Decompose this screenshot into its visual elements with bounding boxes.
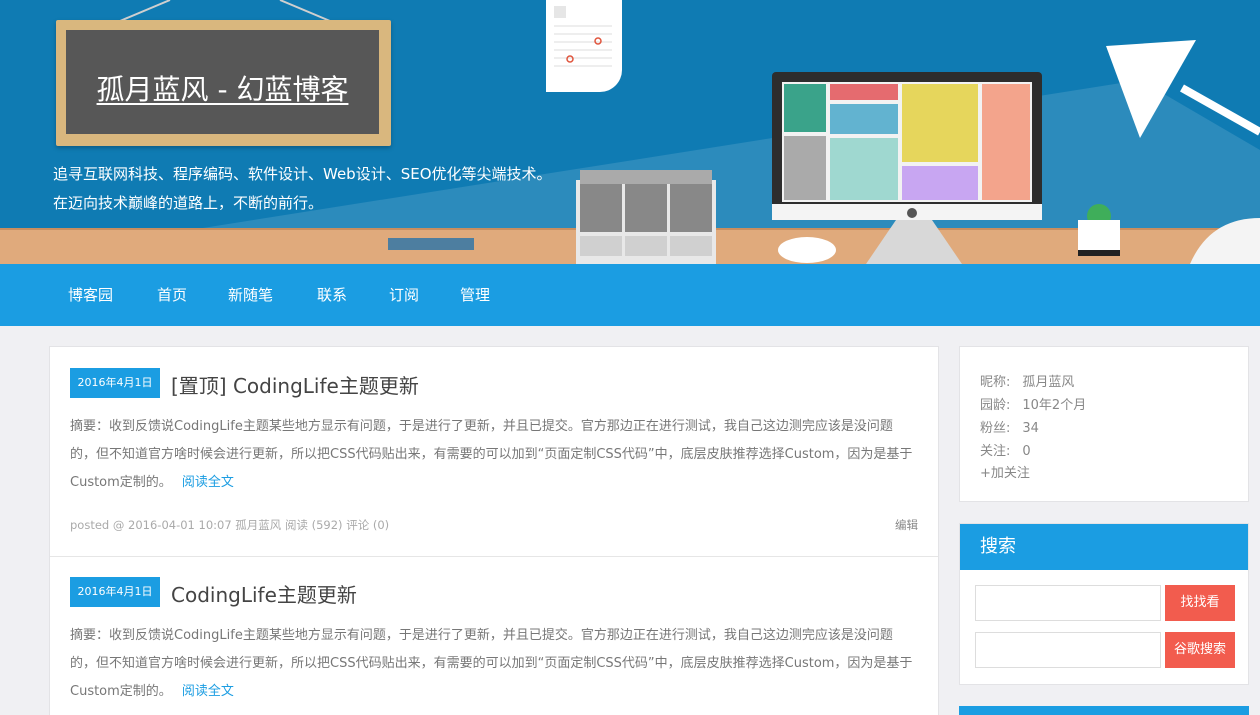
find-button[interactable]: 找找看 bbox=[1165, 585, 1235, 621]
post-meta: posted @ 2016-04-01 10:07 孤月蓝风 阅读 (592) … bbox=[70, 518, 390, 532]
nav-item-subscribe[interactable]: 订阅 bbox=[389, 264, 419, 326]
monitor-stand-decoration bbox=[866, 220, 962, 264]
post-date-badge: 2016年4月1日 bbox=[70, 577, 160, 607]
blog-title-link[interactable]: 孤月蓝风 - 幻蓝博客 bbox=[66, 68, 379, 108]
profile-follow: 关注: 0 bbox=[980, 440, 1031, 459]
chalkboard: 孤月蓝风 - 幻蓝博客 bbox=[66, 30, 379, 134]
post-title-link[interactable]: [置顶] CodingLife主题更新 bbox=[171, 370, 419, 399]
plant-decoration bbox=[1078, 204, 1120, 256]
google-search-input[interactable] bbox=[975, 632, 1161, 668]
follow-value: 0 bbox=[1022, 444, 1031, 459]
blog-slogan: 追寻互联网科技、程序编码、软件设计、Web设计、SEO优化等尖端技术。 在迈向技… bbox=[53, 160, 552, 218]
search-title: 搜索 bbox=[960, 524, 1248, 570]
board-hanging-strings bbox=[119, 0, 331, 22]
post-summary: 摘要：收到反馈说CodingLife主题某些地方显示有问题，于是进行了更新，并且… bbox=[70, 622, 918, 706]
profile-age: 园龄: 10年2个月 bbox=[980, 394, 1086, 413]
slogan-line-1: 追寻互联网科技、程序编码、软件设计、Web设计、SEO优化等尖端技术。 bbox=[53, 165, 552, 183]
blog-title-board: 孤月蓝风 - 幻蓝博客 bbox=[56, 20, 391, 146]
desk-lamp-decoration bbox=[1106, 40, 1260, 264]
next-widget-header bbox=[959, 706, 1249, 715]
keyboard-decoration bbox=[388, 238, 474, 250]
post-title-link[interactable]: CodingLife主题更新 bbox=[171, 579, 357, 608]
post-edit-link[interactable]: 编辑 bbox=[895, 517, 918, 533]
profile-nickname: 昵称: 孤月蓝风 bbox=[980, 371, 1074, 390]
fans-value: 34 bbox=[1022, 421, 1039, 436]
paper-note-decoration bbox=[546, 0, 622, 92]
nav-item-cnblogs[interactable]: 博客园 bbox=[68, 264, 113, 326]
fans-label: 粉丝: bbox=[980, 421, 1011, 436]
post-summary: 摘要：收到反馈说CodingLife主题某些地方显示有问题，于是进行了更新，并且… bbox=[70, 413, 918, 497]
post-divider bbox=[50, 556, 938, 557]
search-input[interactable] bbox=[975, 585, 1161, 621]
read-more-link[interactable]: 阅读全文 bbox=[182, 684, 234, 699]
nav-item-home[interactable]: 首页 bbox=[157, 264, 187, 326]
nav-item-manage[interactable]: 管理 bbox=[460, 264, 490, 326]
google-search-button[interactable]: 谷歌搜索 bbox=[1165, 632, 1235, 668]
monitor-decoration bbox=[772, 72, 1042, 220]
post-date-badge: 2016年4月1日 bbox=[70, 368, 160, 398]
nickname-value: 孤月蓝风 bbox=[1022, 375, 1075, 390]
header-banner: 孤月蓝风 - 幻蓝博客 追寻互联网科技、程序编码、软件设计、Web设计、SEO优… bbox=[0, 0, 1260, 264]
search-widget: 搜索 找找看 谷歌搜索 bbox=[959, 523, 1249, 685]
post-list: 2016年4月1日 [置顶] CodingLife主题更新 摘要：收到反馈说Co… bbox=[49, 346, 939, 715]
nav-item-new-post[interactable]: 新随笔 bbox=[228, 264, 273, 326]
profile-widget: 昵称: 孤月蓝风 园龄: 10年2个月 粉丝: 34 关注: 0 +加关注 bbox=[959, 346, 1249, 502]
age-value: 10年2个月 bbox=[1022, 398, 1087, 413]
nickname-label: 昵称: bbox=[980, 375, 1011, 390]
read-more-link[interactable]: 阅读全文 bbox=[182, 475, 234, 490]
follow-label: 关注: bbox=[980, 444, 1011, 459]
main-nav: 博客园 首页 新随笔 联系 订阅 管理 bbox=[0, 264, 1260, 326]
age-label: 园龄: bbox=[980, 398, 1011, 413]
mouse-decoration bbox=[778, 237, 836, 263]
nav-item-contact[interactable]: 联系 bbox=[317, 264, 347, 326]
server-rack-decoration bbox=[576, 170, 716, 264]
add-follow-link[interactable]: +加关注 bbox=[980, 462, 1030, 481]
profile-fans: 粉丝: 34 bbox=[980, 417, 1039, 436]
slogan-line-2: 在迈向技术巅峰的道路上，不断的前行。 bbox=[53, 194, 324, 212]
